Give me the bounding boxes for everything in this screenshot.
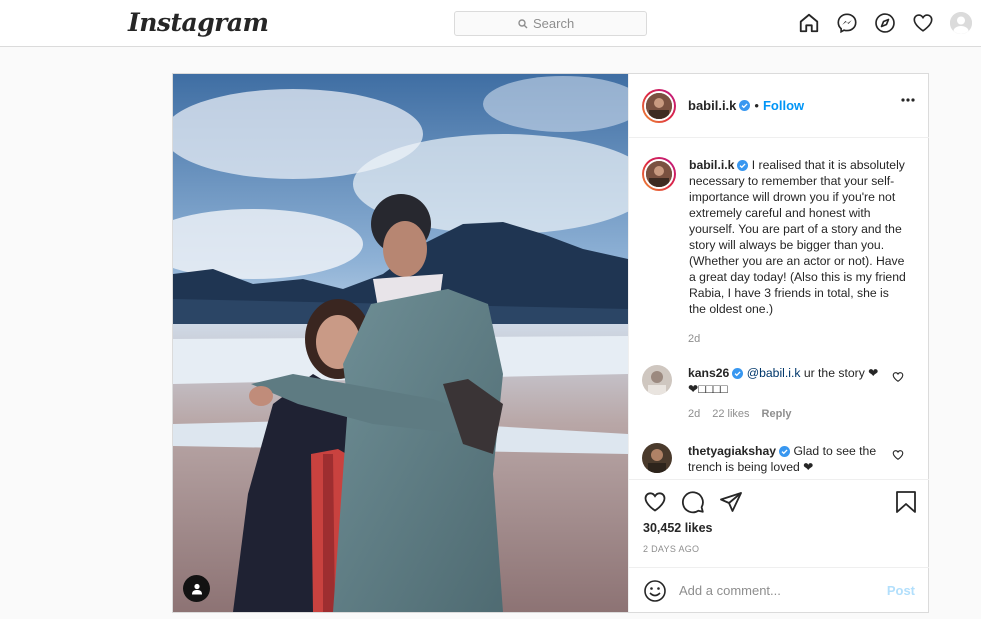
verified-badge-icon <box>737 160 749 171</box>
messenger-icon[interactable] <box>836 12 858 34</box>
comment-mention[interactable]: @babil.i.k <box>747 366 801 380</box>
comment-time: 2d <box>688 408 701 420</box>
verified-badge-icon <box>779 446 791 457</box>
user-icon <box>191 583 202 594</box>
top-navigation-bar: Instagram <box>0 0 981 47</box>
comment-like-heart-icon[interactable] <box>892 371 904 383</box>
profile-avatar[interactable] <box>950 12 972 34</box>
follow-button[interactable]: Follow <box>763 98 804 113</box>
caption-text-block: babil.i.k I realised that it is absolute… <box>689 157 907 317</box>
comment-item: thetyagiakshay Glad to see the trench is… <box>642 443 922 475</box>
author-avatar[interactable] <box>642 88 676 123</box>
search-box[interactable] <box>454 11 647 36</box>
home-icon[interactable] <box>798 12 820 34</box>
tagged-users-button[interactable] <box>183 575 210 602</box>
nav-icons <box>798 12 972 34</box>
post-comment-button[interactable]: Post <box>887 583 915 598</box>
comment-input[interactable] <box>679 583 879 598</box>
commenter-avatar[interactable] <box>642 443 672 473</box>
add-comment-bar: Post <box>629 567 929 613</box>
post-card: babil.i.k • Follow babil.i.k I realised … <box>172 73 929 613</box>
like-heart-icon[interactable] <box>643 490 667 514</box>
comment-body: thetyagiakshay Glad to see the trench is… <box>688 443 888 475</box>
post-photo[interactable] <box>173 74 628 612</box>
comment-like-heart-icon[interactable] <box>892 449 904 461</box>
separator-dot: • <box>754 98 759 113</box>
author-username[interactable]: babil.i.k <box>688 98 736 113</box>
comments-section: babil.i.k I realised that it is absolute… <box>629 139 929 479</box>
search-icon <box>518 18 528 28</box>
action-icons <box>643 490 743 514</box>
search-input[interactable] <box>533 16 583 31</box>
comment-meta: 2d 22 likes Reply <box>688 406 888 422</box>
comment-bubble-icon[interactable] <box>681 490 705 514</box>
commenter-avatar[interactable] <box>642 365 672 395</box>
share-paper-plane-icon[interactable] <box>719 490 743 514</box>
emoji-icon[interactable] <box>643 579 667 603</box>
comment-item: kans26 @babil.i.k ur the story ❤❤□□□□ 2d… <box>642 365 922 422</box>
likes-count[interactable]: 30,452 likes <box>643 521 713 535</box>
comment-username[interactable]: kans26 <box>688 366 729 380</box>
comment-username[interactable]: thetyagiakshay <box>688 444 776 458</box>
verified-badge-icon <box>732 368 744 379</box>
caption-text: I realised that it is absolutely necessa… <box>689 158 906 316</box>
explore-icon[interactable] <box>874 12 896 34</box>
verified-badge-icon <box>739 100 751 111</box>
save-bookmark-icon[interactable] <box>895 490 917 514</box>
instagram-logo[interactable]: Instagram <box>128 8 269 37</box>
heart-icon[interactable] <box>912 12 934 34</box>
reply-button[interactable]: Reply <box>762 406 792 422</box>
caption-timestamp: 2d <box>688 333 701 345</box>
caption-username[interactable]: babil.i.k <box>689 158 734 172</box>
comment-body: kans26 @babil.i.k ur the story ❤❤□□□□ 2d… <box>688 365 888 422</box>
caption: babil.i.k I realised that it is absolute… <box>642 157 907 317</box>
post-timestamp: 2 DAYS AGO <box>643 544 700 554</box>
comment-likes[interactable]: 22 likes <box>712 406 749 422</box>
caption-author-avatar[interactable] <box>642 157 676 191</box>
post-sidebar: babil.i.k • Follow babil.i.k I realised … <box>628 74 929 612</box>
post-header: babil.i.k • Follow <box>629 74 929 138</box>
post-actions: 30,452 likes 2 DAYS AGO Post <box>629 479 929 612</box>
more-options-icon[interactable] <box>901 98 915 102</box>
